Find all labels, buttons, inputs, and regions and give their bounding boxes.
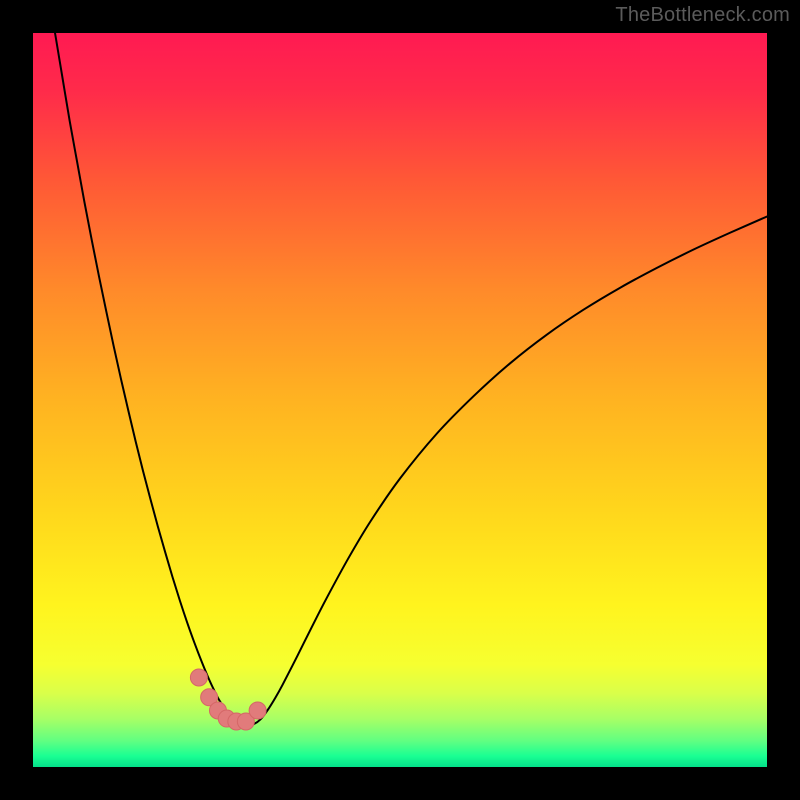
chart-frame: TheBottleneck.com bbox=[0, 0, 800, 800]
gradient-background bbox=[33, 33, 767, 767]
watermark-text: TheBottleneck.com bbox=[615, 4, 790, 27]
data-marker bbox=[190, 669, 207, 686]
plot-area bbox=[33, 33, 767, 767]
data-marker bbox=[249, 702, 266, 719]
bottleneck-chart bbox=[33, 33, 767, 767]
